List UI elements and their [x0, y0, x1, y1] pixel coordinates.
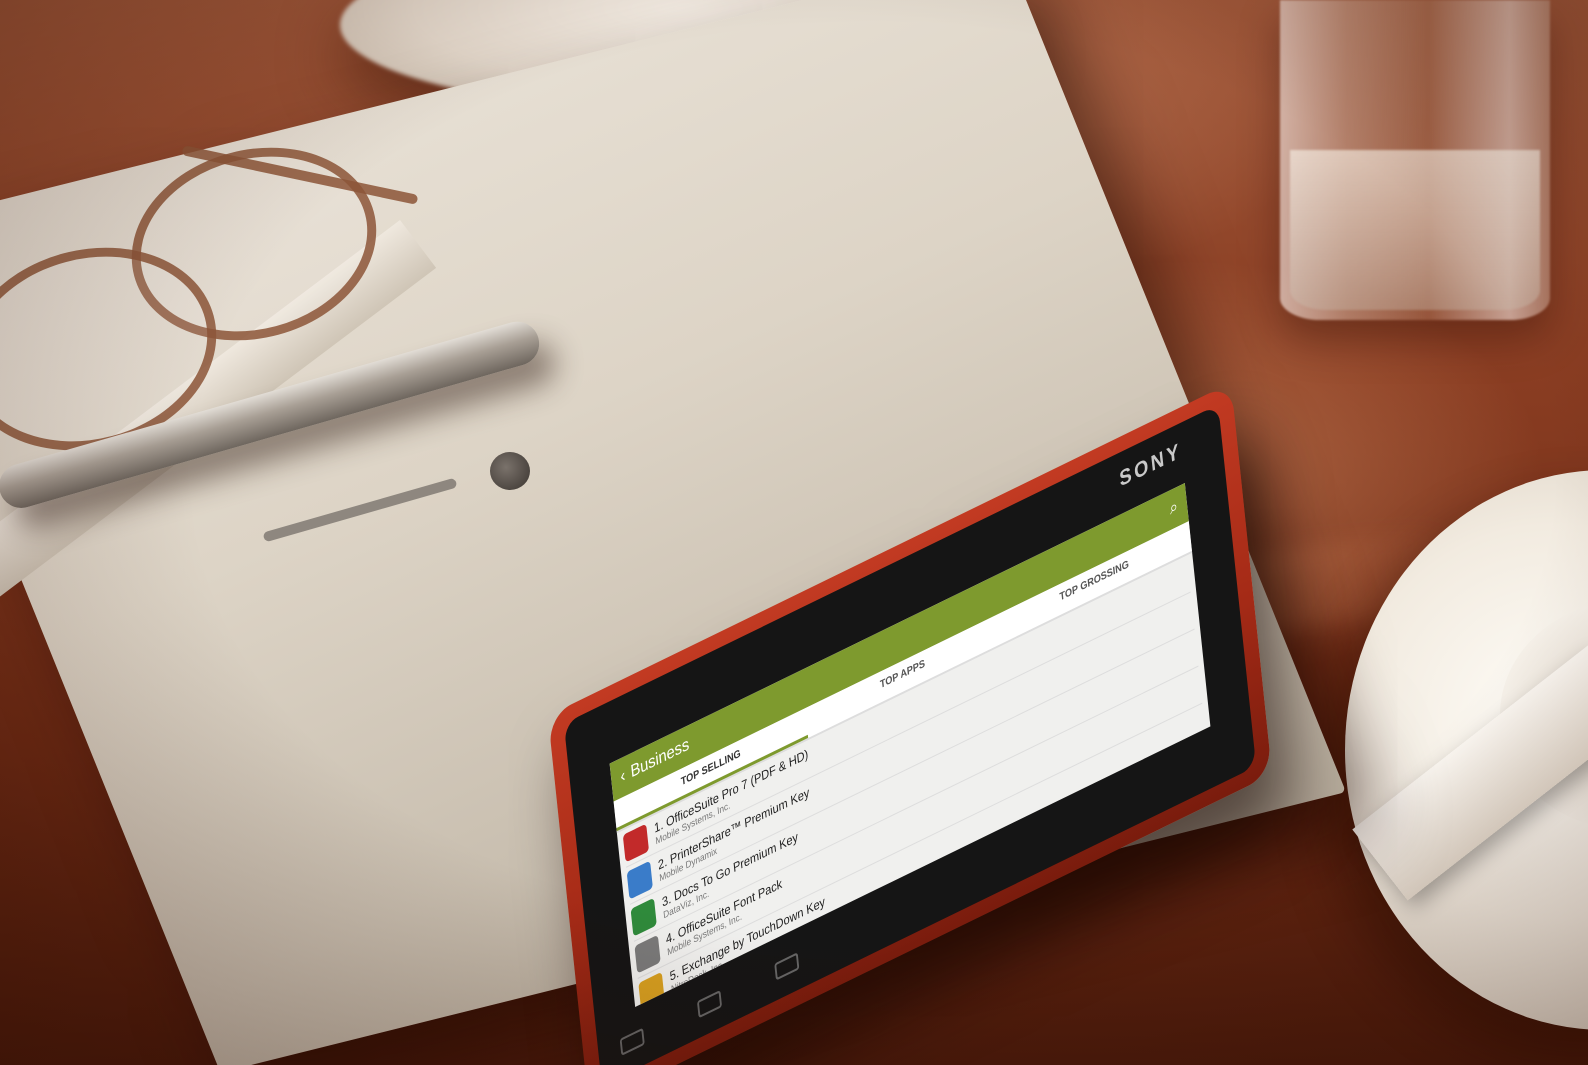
glass-water [1290, 150, 1540, 310]
app-icon [626, 860, 653, 900]
app-icon [630, 897, 657, 937]
back-icon[interactable]: ‹ [620, 766, 627, 787]
photo-scene: SONY ‹ Business ⌕ TOP SELLING TOP APPS T… [0, 0, 1588, 1065]
search-icon[interactable]: ⌕ [1169, 497, 1179, 520]
app-icon [622, 823, 650, 863]
app-icon [634, 934, 661, 974]
pen-tip [490, 452, 530, 490]
